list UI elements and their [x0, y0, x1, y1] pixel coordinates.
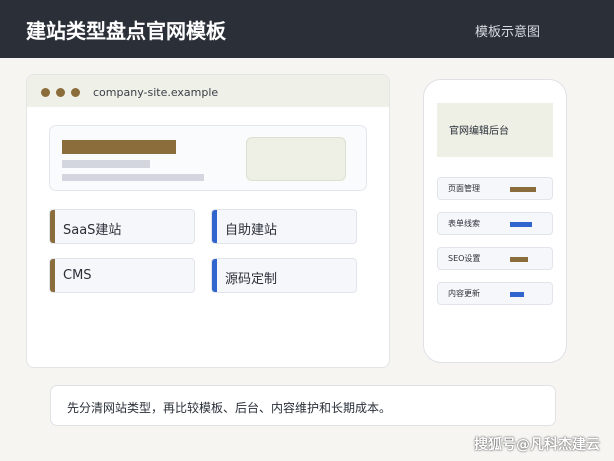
- page-subtitle: 模板示意图: [474, 25, 540, 40]
- window-dot-icon: [71, 88, 80, 97]
- browser-address-bar: company-site.example: [27, 75, 389, 107]
- site-type-card-self-build[interactable]: 自助建站: [211, 209, 357, 244]
- card-label: SaaS建站: [63, 223, 122, 238]
- caption-text: 先分清网站类型，再比较模板、后台、内容维护和长期成本。: [67, 401, 392, 415]
- hero-text-placeholder: [62, 160, 150, 168]
- card-accent: [50, 259, 55, 292]
- caption-box: 先分清网站类型，再比较模板、后台、内容维护和长期成本。: [50, 385, 556, 426]
- admin-menu-bar: [510, 257, 528, 262]
- card-label: CMS: [63, 268, 92, 283]
- hero-title-placeholder: [62, 140, 176, 154]
- hero-banner-placeholder: [49, 125, 367, 191]
- admin-menu-bar: [510, 187, 536, 192]
- browser-mockup: company-site.example SaaS建站 自助建站 CMS 源码定…: [26, 74, 390, 368]
- admin-menu-item-seo[interactable]: SEO设置: [437, 247, 553, 270]
- header-bar: 建站类型盘点官网模板 模板示意图: [0, 0, 614, 58]
- admin-menu-item-content[interactable]: 内容更新: [437, 282, 553, 305]
- admin-menu-bar: [510, 292, 524, 297]
- card-accent: [50, 210, 55, 243]
- admin-menu-label: 页面管理: [448, 184, 480, 193]
- window-dot-icon: [41, 88, 50, 97]
- window-dot-icon: [56, 88, 65, 97]
- phone-mockup: 官网编辑后台 页面管理 表单线索 SEO设置 内容更新: [423, 79, 567, 363]
- admin-menu-label: 内容更新: [448, 289, 480, 298]
- admin-menu-label: 表单线索: [448, 219, 480, 228]
- admin-menu-item-pages[interactable]: 页面管理: [437, 177, 553, 200]
- admin-menu-item-leads[interactable]: 表单线索: [437, 212, 553, 235]
- card-accent: [212, 259, 217, 292]
- phone-header-label: 官网编辑后台: [449, 126, 509, 137]
- card-label: 自助建站: [225, 223, 278, 238]
- site-type-card-saas[interactable]: SaaS建站: [49, 209, 195, 244]
- card-label: 源码定制: [225, 272, 278, 287]
- source-watermark: 搜狐号@凡科杰建云: [474, 437, 600, 453]
- hero-image-placeholder: [246, 137, 346, 181]
- phone-header: 官网编辑后台: [437, 103, 553, 157]
- hero-text-placeholder: [62, 174, 204, 181]
- admin-menu-label: SEO设置: [448, 254, 481, 263]
- page-title: 建站类型盘点官网模板: [26, 19, 226, 43]
- site-type-card-cms[interactable]: CMS: [49, 258, 195, 293]
- admin-menu-bar: [510, 222, 532, 227]
- card-accent: [212, 210, 217, 243]
- site-type-card-custom-source[interactable]: 源码定制: [211, 258, 357, 293]
- browser-url: company-site.example: [93, 86, 219, 99]
